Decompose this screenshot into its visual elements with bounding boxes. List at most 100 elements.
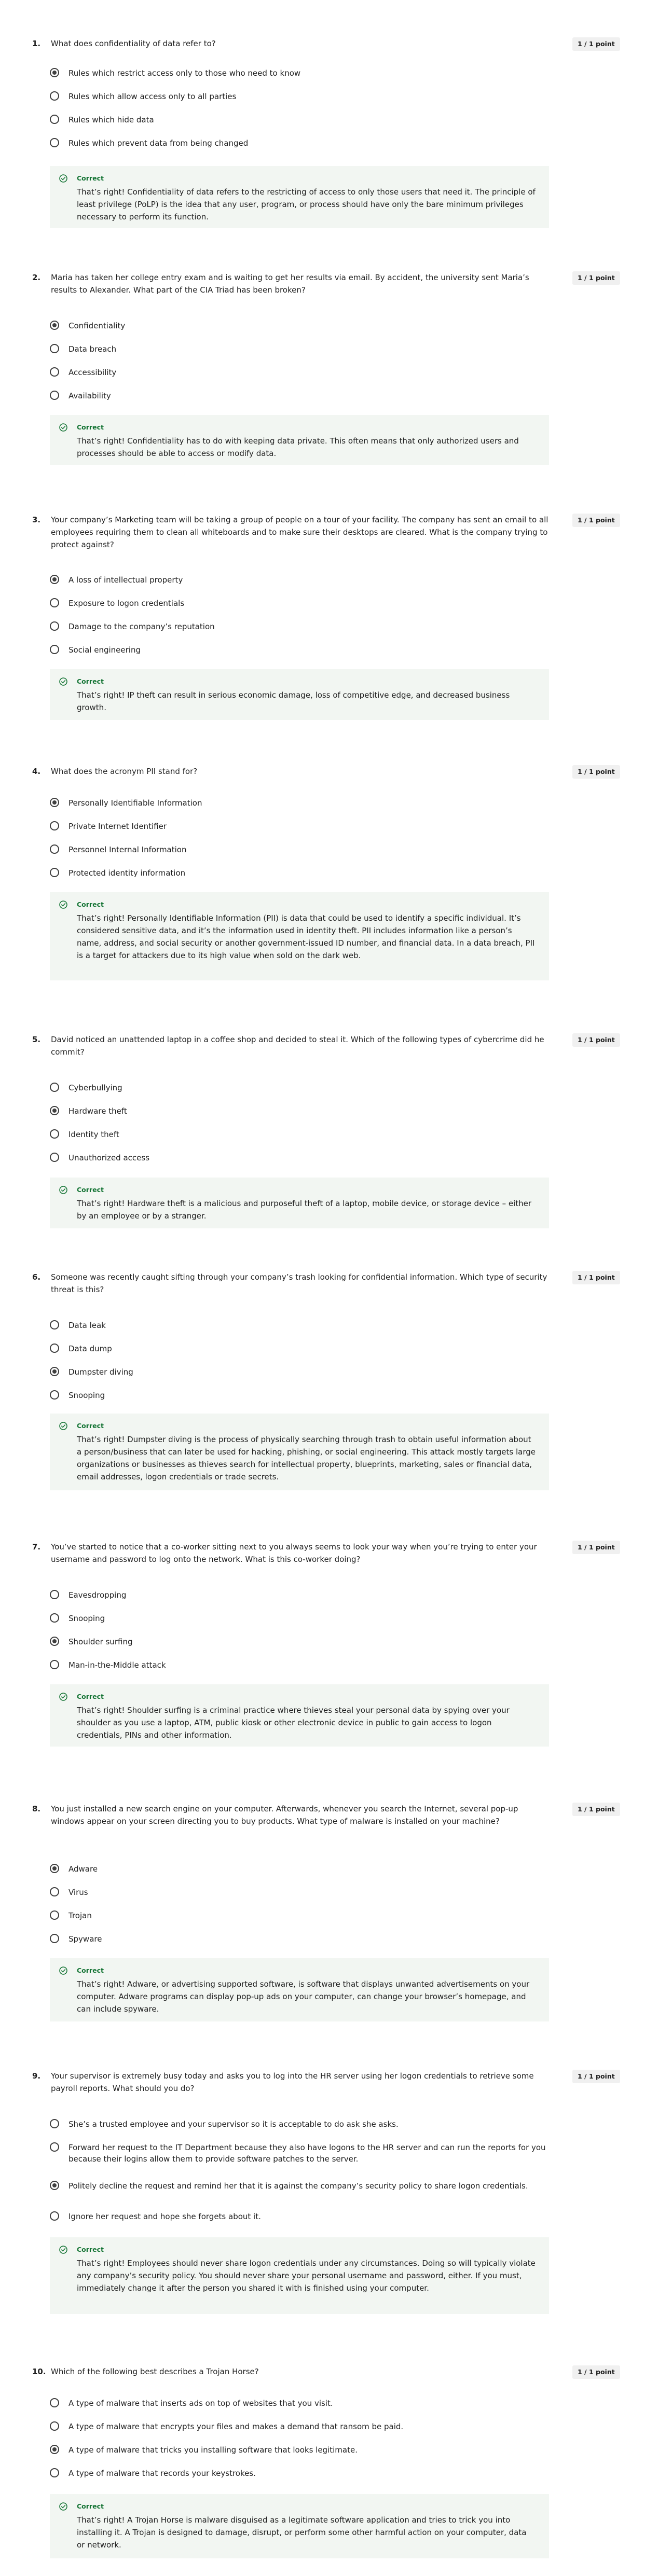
radio-unselected-icon[interactable]: [50, 645, 59, 654]
radio-unselected-icon[interactable]: [50, 621, 59, 631]
answer-option[interactable]: Unauthorized access: [50, 1152, 564, 1164]
answer-option[interactable]: Rules which hide data: [50, 114, 564, 126]
answer-option[interactable]: Adware: [50, 1863, 564, 1875]
radio-unselected-icon[interactable]: [50, 1613, 59, 1623]
answer-option[interactable]: Trojan: [50, 1910, 564, 1921]
radio-selected-icon[interactable]: [50, 1367, 59, 1376]
radio-selected-icon[interactable]: [50, 1864, 59, 1873]
answer-option[interactable]: Ignore her request and hope she forgets …: [50, 2211, 564, 2222]
answer-option[interactable]: Damage to the company’s reputation: [50, 621, 564, 632]
feedback-status: Correct: [77, 1966, 104, 1974]
radio-selected-icon[interactable]: [50, 575, 59, 584]
feedback-status: Correct: [77, 174, 104, 182]
radio-unselected-icon[interactable]: [50, 1934, 59, 1943]
answer-option[interactable]: Virus: [50, 1887, 564, 1898]
radio-unselected-icon[interactable]: [50, 598, 59, 607]
radio-unselected-icon[interactable]: [50, 1660, 59, 1669]
answer-option[interactable]: Hardware theft: [50, 1105, 564, 1117]
quiz-results: 1. What does confidentiality of data refe…: [0, 0, 672, 2576]
radio-unselected-icon[interactable]: [50, 2142, 59, 2152]
answer-option[interactable]: Politely decline the request and remind …: [50, 2180, 564, 2205]
radio-unselected-icon[interactable]: [50, 1910, 59, 1920]
answer-option[interactable]: A loss of intellectual property: [50, 574, 564, 586]
feedback-box: Correct That’s right! A Trojan Horse is m…: [50, 2494, 549, 2558]
question-text: Someone was recently caught sifting thro…: [51, 1272, 547, 1294]
radio-unselected-icon[interactable]: [50, 1153, 59, 1162]
radio-unselected-icon[interactable]: [50, 138, 59, 147]
radio-unselected-icon[interactable]: [50, 1390, 59, 1400]
answer-option[interactable]: Accessibility: [50, 367, 564, 378]
question-number: 9.: [32, 2071, 41, 2081]
answer-option-label: Cyberbullying: [68, 1083, 122, 1092]
answer-option[interactable]: Snooping: [50, 1613, 564, 1624]
radio-unselected-icon[interactable]: [50, 115, 59, 124]
radio-unselected-icon[interactable]: [50, 2398, 59, 2407]
radio-unselected-icon[interactable]: [50, 1083, 59, 1092]
radio-unselected-icon[interactable]: [50, 868, 59, 877]
answer-option-label: Accessibility: [68, 368, 117, 377]
answer-option[interactable]: Availability: [50, 390, 564, 401]
radio-unselected-icon[interactable]: [50, 2468, 59, 2477]
question-text: You just installed a new search engine o…: [51, 1804, 518, 1826]
feedback-status: Correct: [77, 1186, 104, 1194]
radio-unselected-icon[interactable]: [50, 2211, 59, 2221]
radio-unselected-icon[interactable]: [50, 344, 59, 353]
answer-option[interactable]: Personally Identifiable Information: [50, 797, 564, 809]
answer-option-label: Snooping: [68, 1391, 105, 1400]
answer-option[interactable]: Snooping: [50, 1390, 564, 1401]
answer-option[interactable]: Forward her request to the IT Department…: [50, 2142, 564, 2167]
radio-unselected-icon[interactable]: [50, 844, 59, 854]
answer-option[interactable]: Confidentiality: [50, 320, 564, 331]
answer-option[interactable]: Identity theft: [50, 1129, 564, 1140]
radio-selected-icon[interactable]: [50, 798, 59, 807]
check-circle-icon: [59, 2246, 67, 2254]
answer-option[interactable]: A type of malware that inserts ads on to…: [50, 2398, 564, 2409]
answer-option[interactable]: Cyberbullying: [50, 1082, 564, 1093]
answer-option[interactable]: Social engineering: [50, 644, 564, 656]
radio-unselected-icon[interactable]: [50, 821, 59, 830]
answer-option[interactable]: Dumpster diving: [50, 1366, 564, 1378]
radio-unselected-icon[interactable]: [50, 1344, 59, 1353]
answer-option[interactable]: A type of malware that records your keys…: [50, 2468, 564, 2479]
question-number: 8.: [32, 1804, 41, 1813]
answer-option[interactable]: Rules which allow access only to all par…: [50, 91, 564, 102]
answer-option-label: Data leak: [68, 1321, 106, 1330]
answer-option[interactable]: Data dump: [50, 1343, 564, 1354]
radio-selected-icon[interactable]: [50, 2181, 59, 2190]
radio-unselected-icon[interactable]: [50, 2119, 59, 2128]
radio-selected-icon[interactable]: [50, 1637, 59, 1646]
answer-option[interactable]: She’s a trusted employee and your superv…: [50, 2118, 564, 2130]
feedback-text: That’s right! Dumpster diving is the pro…: [77, 1435, 536, 1481]
radio-unselected-icon[interactable]: [50, 367, 59, 377]
answer-option[interactable]: Man-in-the-Middle attack: [50, 1659, 564, 1671]
radio-selected-icon[interactable]: [50, 321, 59, 330]
radio-selected-icon[interactable]: [50, 1106, 59, 1115]
radio-unselected-icon[interactable]: [50, 391, 59, 400]
question-text: What does confidentiality of data refer …: [51, 39, 216, 48]
feedback-box: Correct That’s right! Employees should ne…: [50, 2237, 549, 2314]
answer-option[interactable]: Rules which restrict access only to thos…: [50, 67, 564, 79]
radio-unselected-icon[interactable]: [50, 2421, 59, 2431]
answer-option-label: Adware: [68, 1864, 98, 1874]
answer-option[interactable]: A type of malware that encrypts your fil…: [50, 2421, 564, 2432]
answer-option[interactable]: Data breach: [50, 343, 564, 355]
radio-unselected-icon[interactable]: [50, 1887, 59, 1896]
answer-option[interactable]: A type of malware that tricks you instal…: [50, 2444, 564, 2456]
radio-unselected-icon[interactable]: [50, 1590, 59, 1599]
radio-unselected-icon[interactable]: [50, 1129, 59, 1139]
radio-selected-icon[interactable]: [50, 68, 59, 77]
radio-unselected-icon[interactable]: [50, 91, 59, 101]
radio-selected-icon[interactable]: [50, 2445, 59, 2454]
answer-option[interactable]: Rules which prevent data from being chan…: [50, 137, 564, 149]
answer-option[interactable]: Protected identity information: [50, 867, 564, 879]
answer-option[interactable]: Shoulder surfing: [50, 1636, 564, 1647]
answer-option[interactable]: Personnel Internal Information: [50, 844, 564, 855]
answer-option[interactable]: Exposure to logon credentials: [50, 598, 564, 609]
answer-option[interactable]: Private Internet Identifier: [50, 821, 564, 832]
answer-option[interactable]: Data leak: [50, 1320, 564, 1331]
feedback-box: Correct That’s right! Confidentiality of …: [50, 166, 549, 228]
check-circle-icon: [59, 1186, 67, 1194]
answer-option[interactable]: Spyware: [50, 1933, 564, 1945]
radio-unselected-icon[interactable]: [50, 1320, 59, 1329]
answer-option[interactable]: Eavesdropping: [50, 1589, 564, 1601]
